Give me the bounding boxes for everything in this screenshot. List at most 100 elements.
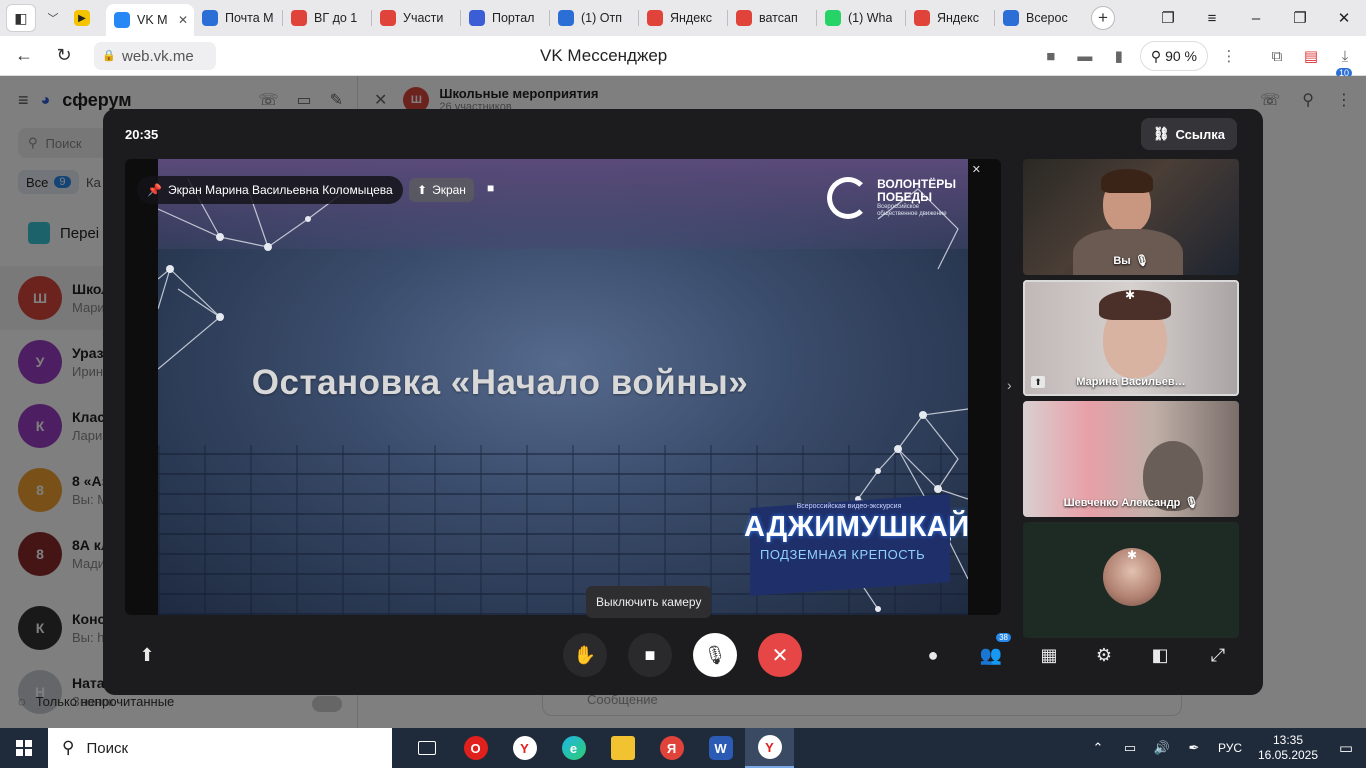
browser-tab[interactable]: ватсап [728, 3, 816, 33]
input-language[interactable]: РУС [1210, 741, 1250, 755]
favicon-icon [469, 10, 485, 26]
layout-button[interactable]: ◧ [1138, 633, 1182, 677]
participant-tile-self[interactable]: Вы 🎙 [1023, 159, 1239, 275]
browser-tab[interactable]: Яндекс [906, 3, 994, 33]
close-icon[interactable]: ✕ [1322, 9, 1366, 27]
battery-icon[interactable]: ▭ [1114, 740, 1146, 756]
tab-title: Участи [403, 11, 444, 25]
windows-taskbar: ⚲ Поиск O Y e Я W Y ⌃ ▭ 🔊 ✒ РУС 13:35 16… [0, 728, 1366, 768]
system-tray: ⌃ ▭ 🔊 ✒ РУС 13:35 16.05.2025 ▭ [1082, 728, 1366, 768]
word-app[interactable]: W [696, 728, 745, 768]
slide-title: Остановка «Начало войны» [251, 363, 749, 402]
bookmark-icon[interactable]: ▮ [1102, 47, 1136, 65]
windows-icon [16, 740, 32, 756]
chevron-down-icon[interactable]: ﹀ [40, 4, 66, 32]
yandex-browser-app[interactable]: Y [500, 728, 549, 768]
grid-view-button[interactable]: ▦ [1027, 633, 1071, 677]
camera-tooltip: Выключить камеру [586, 586, 712, 618]
logo-sub1: Всероссийское [877, 204, 920, 210]
browser-tab[interactable]: Почта М [194, 3, 282, 33]
volume-icon[interactable]: 🔊 [1146, 740, 1178, 756]
browser-tab[interactable]: Портал [461, 3, 549, 33]
favicon-icon [914, 10, 930, 26]
chat-icon[interactable]: ▬ [1068, 48, 1102, 65]
end-call-button[interactable]: ✕ [758, 633, 802, 677]
browser-tab[interactable]: (1) Отп [550, 3, 638, 33]
page-title: VK Мессенджер [540, 46, 668, 65]
chat-button[interactable]: ● [911, 633, 955, 677]
yandex-browser-icon: Y [512, 736, 537, 760]
new-tab-button[interactable]: + [1091, 6, 1115, 30]
browser-tab[interactable]: (1) Wha [817, 3, 905, 33]
participant-label: Марина Васильев… [1023, 376, 1239, 388]
camera-icon[interactable]: ■ [1034, 48, 1068, 65]
more-icon[interactable]: ⋮ [1212, 47, 1246, 65]
pdf-icon[interactable]: ▤ [1294, 47, 1328, 65]
reload-icon[interactable]: ↻ [44, 45, 84, 66]
microphone-toggle-button[interactable]: 🎙 [693, 633, 737, 677]
back-icon[interactable]: ← [4, 45, 44, 66]
browser-tab[interactable]: ВГ до 1 [283, 3, 371, 33]
start-button[interactable] [0, 728, 48, 768]
screen-pill[interactable]: ⬆ Экран [409, 178, 474, 202]
favicon-icon [380, 10, 396, 26]
sidebar-toggle-icon[interactable]: ◧ [6, 4, 36, 32]
tab-title: ватсап [759, 11, 798, 25]
chevron-right-icon[interactable]: › [1007, 377, 1012, 393]
raise-hand-button[interactable]: ✋ [563, 633, 607, 677]
restore-icon[interactable]: ❐ [1278, 9, 1322, 27]
url-field[interactable]: 🔒 web.vk.me [94, 42, 216, 70]
camera-toggle-button[interactable]: ■ [628, 633, 672, 677]
participant-tile-avatar[interactable]: ✱ [1023, 522, 1239, 638]
yandex-browser-active-app[interactable]: Y [745, 728, 794, 768]
zoom-control[interactable]: ⚲ 90 % [1139, 41, 1208, 71]
yandex-app[interactable]: Я [647, 728, 696, 768]
taskbar-apps: O Y e Я W Y [402, 728, 794, 768]
pen-icon[interactable]: ✒ [1178, 740, 1210, 756]
extensions-icon[interactable]: ⧉ [1260, 48, 1294, 65]
video-camera-icon[interactable]: ■ [487, 181, 494, 195]
browser-tab[interactable]: VK М ✕ [106, 4, 194, 36]
close-icon[interactable]: ✕ [972, 163, 981, 176]
tab-manager-icon[interactable]: ❐ [1146, 9, 1190, 27]
browser-tab[interactable]: Яндекс [639, 3, 727, 33]
fullscreen-button[interactable]: ⤢ [1196, 633, 1240, 677]
participant-tile-marina[interactable]: ✱ ⬆ Марина Васильев… [1023, 280, 1239, 396]
pinned-screen-label[interactable]: 📌 Экран Марина Васильевна Коломыцева [137, 176, 403, 204]
file-explorer-app[interactable] [598, 728, 647, 768]
downloads-icon[interactable]: ⤓ 10 [1328, 48, 1362, 78]
opera-app[interactable]: O [451, 728, 500, 768]
screen-share-stage[interactable]: Остановка «Начало войны» ВОЛОНТЁРЫ ПОБЕД… [125, 159, 1001, 615]
logo-line2: ПОБЕДЫ [877, 190, 932, 204]
tab-title: VK М [137, 13, 168, 27]
participants-count: 38 [996, 633, 1011, 642]
video-call-window: 20:35 ⛓ Ссылка Остановка «Начало войны» … [103, 109, 1263, 695]
close-tab-icon[interactable]: ✕ [178, 13, 188, 27]
edge-app[interactable]: e [549, 728, 598, 768]
clock-time: 13:35 [1272, 733, 1304, 747]
participant-name: Вы [1113, 254, 1131, 267]
tab-title: Яндекс [937, 11, 980, 25]
participant-tile-shevchenko[interactable]: Шевченко Александр 🎙 [1023, 401, 1239, 517]
notifications-icon[interactable]: ▭ [1326, 739, 1366, 757]
minimize-icon[interactable]: – [1234, 10, 1278, 27]
settings-button[interactable]: ⚙ [1082, 633, 1126, 677]
opera-icon: O [463, 736, 488, 760]
tab-yandex-player[interactable]: ▶ [66, 3, 106, 33]
browser-tab[interactable]: Всерос [995, 3, 1083, 33]
link-button[interactable]: ⛓ Ссылка [1140, 118, 1237, 150]
link-icon: ⛓ [1152, 126, 1170, 141]
browser-tab[interactable]: Участи [372, 3, 460, 33]
chevron-up-icon[interactable]: ⌃ [1082, 740, 1114, 756]
clock[interactable]: 13:35 16.05.2025 [1250, 733, 1326, 763]
tab-title: Почта М [225, 11, 274, 25]
excursion-subtitle: ПОДЗЕМНАЯ КРЕПОСТЬ [760, 547, 926, 562]
task-view-button[interactable] [402, 728, 451, 768]
taskbar-search[interactable]: ⚲ Поиск [48, 728, 392, 768]
participants-button[interactable]: 👥 38 [969, 633, 1013, 677]
share-screen-button[interactable]: ⬆ [125, 633, 169, 677]
upload-icon: ⬆ [139, 644, 155, 665]
screen-pill-label: Экран [432, 183, 466, 197]
tab-title: (1) Отп [581, 11, 622, 25]
menu-icon[interactable]: ≡ [1190, 10, 1234, 27]
